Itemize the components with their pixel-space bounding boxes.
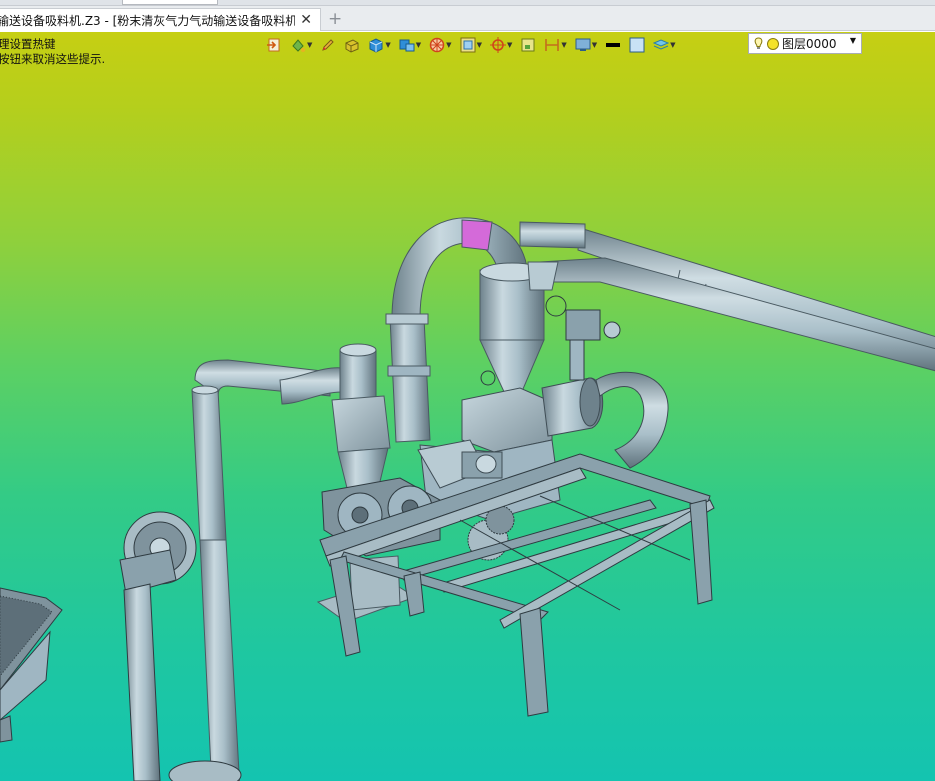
document-tab-title: 输送设备吸料机.Z3 - [粉末清灰气力气动输送设备吸料机]: [0, 13, 295, 28]
zoom-frame-icon: [460, 37, 476, 53]
chevron-down-icon: ▼: [446, 41, 452, 49]
dimension-button[interactable]: ▼: [544, 35, 567, 55]
bulb-icon: [754, 37, 763, 49]
zoom-frame-button[interactable]: ▼: [460, 35, 482, 55]
hint-line-2: 按钮来取消这些提示.: [0, 52, 106, 66]
layer-status-icon: [767, 37, 779, 50]
chevron-down-icon: ▼: [849, 36, 856, 45]
display-icon: [575, 38, 591, 51]
box-select-icon: [521, 38, 535, 52]
chevron-down-icon: ▼: [561, 41, 567, 49]
render-button[interactable]: ▼: [429, 35, 452, 55]
wheel-icon: [429, 37, 445, 53]
chevron-down-icon: ▼: [415, 41, 422, 49]
view-toolbar: ▼ ▼ ▼ ▼ ▼ ▼ ▼ ▼ ▼: [266, 34, 684, 56]
chevron-down-icon: ▼: [670, 41, 676, 49]
cube-icon: [369, 38, 383, 53]
display-button[interactable]: ▼: [575, 35, 597, 55]
quick-access-box[interactable]: [122, 0, 218, 5]
import-icon: [267, 38, 280, 52]
hint-line-1: 理设置热键: [0, 37, 56, 51]
document-tab[interactable]: 输送设备吸料机.Z3 - [粉末清灰气力气动输送设备吸料机] ✕: [0, 8, 321, 31]
paint-bucket-icon: [292, 39, 305, 52]
fill-color-button[interactable]: [629, 35, 645, 55]
chevron-down-icon: ▼: [591, 41, 598, 49]
chevron-down-icon: ▼: [506, 41, 513, 49]
layer-select-value: 图层0000: [782, 37, 837, 51]
3d-model-scene[interactable]: [0, 32, 935, 781]
left-riser-pipe: [191, 359, 343, 781]
import-button[interactable]: [266, 35, 282, 55]
view-cube-icon: [399, 39, 415, 52]
chevron-down-icon: ▼: [476, 41, 482, 49]
layer-select[interactable]: 图层0000 ▼: [748, 33, 862, 54]
line-color-button[interactable]: [605, 35, 621, 55]
conveyor-fragment: [0, 587, 63, 743]
chevron-down-icon: ▼: [307, 41, 313, 49]
close-icon[interactable]: ✕: [300, 11, 312, 29]
tab-bar: 输送设备吸料机.Z3 - [粉末清灰气力气动输送设备吸料机] ✕ +: [0, 6, 935, 31]
cyclone-separator: [479, 261, 559, 409]
solid-shaded-icon: [345, 39, 359, 53]
crosshair-icon: [489, 37, 506, 53]
layers-button[interactable]: ▼: [653, 35, 676, 55]
add-tab-icon[interactable]: +: [328, 9, 342, 29]
pencil-icon: [322, 39, 335, 51]
view-button[interactable]: ▼: [399, 35, 421, 55]
cube-button[interactable]: ▼: [368, 35, 391, 55]
3d-viewport[interactable]: 理设置热键 按钮来取消这些提示. ▼ ▼ ▼ ▼ ▼ ▼ ▼ ▼ ▼ 图层000…: [0, 32, 935, 781]
layers-icon: [653, 39, 670, 50]
dimension-icon: [545, 39, 560, 51]
chevron-down-icon: ▼: [385, 41, 391, 49]
shaded-button[interactable]: [344, 35, 360, 55]
fill-color-icon: [629, 37, 645, 53]
line-color-icon: [606, 43, 621, 47]
box-select-button[interactable]: [520, 35, 536, 55]
pencil-button[interactable]: [320, 35, 336, 55]
pivot-button[interactable]: ▼: [489, 35, 513, 55]
drive-motor: [541, 371, 669, 469]
paint-button[interactable]: ▼: [290, 35, 312, 55]
